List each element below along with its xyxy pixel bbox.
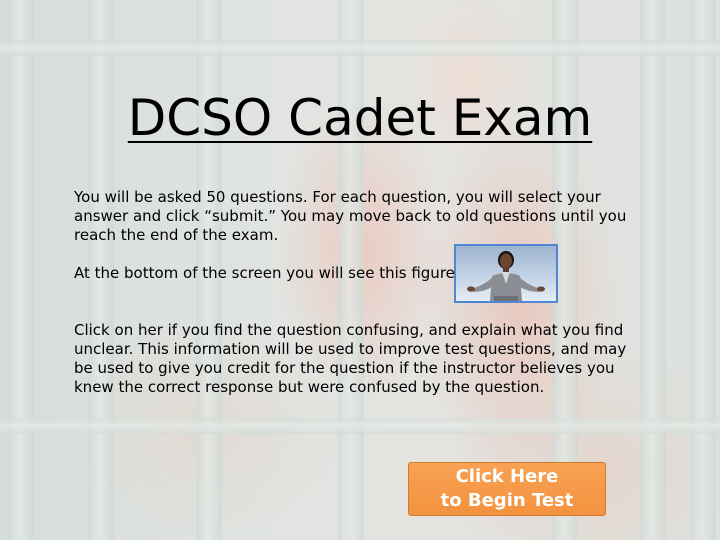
instructions-paragraph-3: Click on her if you find the question co…	[74, 321, 627, 396]
instructions-paragraph-1: You will be asked 50 questions. For each…	[74, 188, 627, 244]
begin-test-button-line-2: to Begin Test	[440, 490, 574, 511]
begin-test-button[interactable]: Click Here to Begin Test	[408, 462, 606, 516]
confused-woman-figure[interactable]	[454, 244, 558, 303]
confused-woman-icon	[467, 251, 545, 301]
begin-test-button-line-1: Click Here	[455, 466, 559, 487]
page-title: DCSO Cadet Exam	[127, 89, 593, 147]
